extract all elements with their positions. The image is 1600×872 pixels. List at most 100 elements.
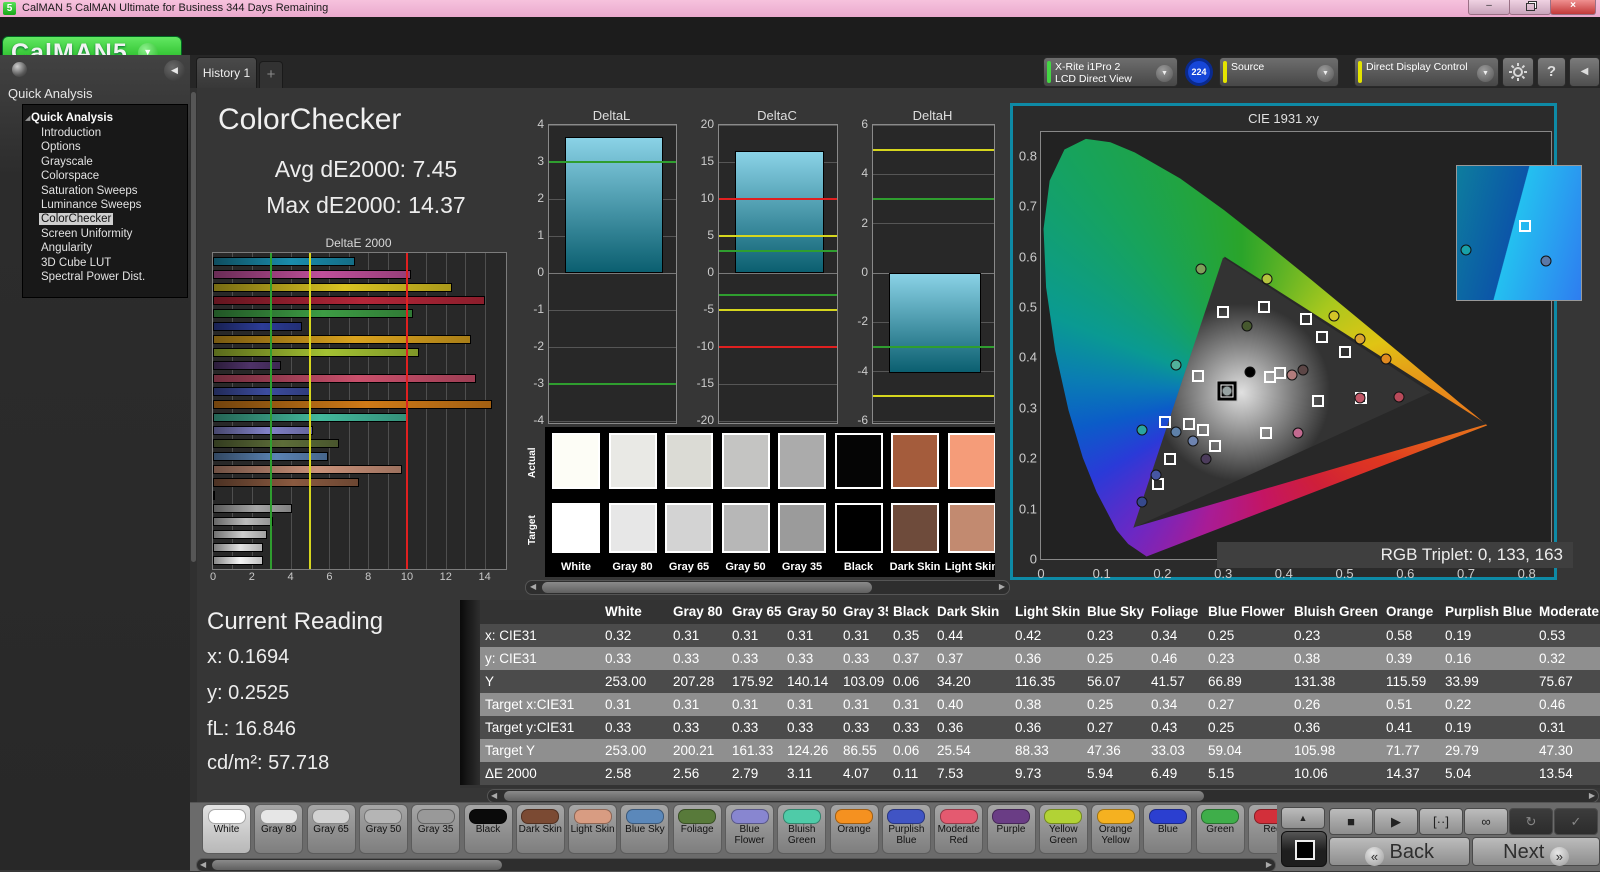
back-button[interactable]: « Back — [1329, 837, 1470, 866]
patch-button-blue-sky[interactable]: Blue Sky — [620, 804, 670, 854]
sidebar-collapse-icon[interactable]: ◀ — [164, 60, 185, 81]
sidebar-item-grayscale[interactable]: Grayscale — [41, 156, 93, 168]
patch-button-orange-yellow[interactable]: Orange Yellow — [1091, 804, 1141, 854]
deltae-tick-label: 4 — [287, 571, 294, 583]
loop-button[interactable]: ∞ — [1464, 808, 1508, 835]
tree-expander-icon[interactable]: ◢ — [25, 114, 30, 122]
add-tab-button[interactable]: + — [259, 61, 283, 88]
main-vertical-scrollbar-thumb[interactable] — [191, 92, 196, 562]
deltae-bar-black — [213, 490, 216, 500]
sidebar-item-spectral-power-dist-[interactable]: Spectral Power Dist. — [41, 271, 145, 283]
sidebar-item-saturation-sweeps[interactable]: Saturation Sweeps — [41, 185, 138, 197]
column-header: Black — [893, 604, 930, 619]
settings-button[interactable] — [1502, 57, 1534, 87]
patch-button-orange[interactable]: Orange — [829, 804, 879, 854]
patch-button-gray-50[interactable]: Gray 50 — [358, 804, 408, 854]
tree-root-label[interactable]: Quick Analysis — [31, 112, 113, 124]
patch-button-red[interactable]: Red — [1248, 804, 1277, 854]
chevron-down-icon[interactable]: ▼ — [1156, 65, 1173, 82]
refresh-button[interactable]: ↻ — [1509, 808, 1553, 835]
sidebar-item-luminance-sweeps[interactable]: Luminance Sweeps — [41, 199, 141, 211]
table-scrollbar-thumb[interactable] — [504, 791, 1204, 801]
patch-button-foliage[interactable]: Foliage — [672, 804, 722, 854]
swatch-scrollbar-thumb[interactable] — [542, 582, 872, 593]
meter-dropdown[interactable]: X-Rite i1Pro 2 LCD Direct View ▼ — [1043, 57, 1178, 87]
restore-button[interactable] — [1509, 0, 1551, 15]
patch-button-black[interactable]: Black — [463, 804, 513, 854]
scroll-left-icon[interactable]: ◀ — [530, 581, 536, 593]
patch-button-gray-65[interactable]: Gray 65 — [306, 804, 356, 854]
close-button[interactable]: × — [1550, 0, 1596, 15]
patch-button-purplish-blue[interactable]: Purplish Blue — [881, 804, 931, 854]
column-header: Blue Sky — [1087, 604, 1145, 619]
table-cell: 0.19 — [1445, 628, 1472, 643]
mini-gridline — [873, 420, 994, 422]
patch-label: Black — [475, 824, 501, 835]
colorchecker-table: White Gray 80 Gray 65 Gray 50 Gray 35 Black Da… — [460, 600, 1600, 788]
app-icon: 5 — [3, 2, 16, 15]
chevron-down-icon[interactable]: ▼ — [1477, 65, 1494, 82]
single-measure-button[interactable]: [··] — [1419, 808, 1463, 835]
sidebar-item-options[interactable]: Options — [41, 141, 81, 153]
pattern-window-button[interactable] — [1281, 831, 1327, 867]
patch-button-blue[interactable]: Blue — [1143, 804, 1193, 854]
patch-color-chip — [521, 809, 560, 824]
scroll-right-icon[interactable]: ▶ — [1266, 859, 1272, 871]
sidebar-item-introduction[interactable]: Introduction — [41, 127, 101, 139]
sidebar-item-3d-cube-lut[interactable]: 3D Cube LUT — [41, 257, 111, 269]
pattern-up-button[interactable]: ▲ — [1281, 807, 1325, 829]
target-swatch-gray-65 — [665, 503, 713, 553]
patch-button-green[interactable]: Green — [1195, 804, 1245, 854]
scroll-right-icon[interactable]: ▶ — [1589, 790, 1595, 802]
scroll-left-icon[interactable]: ◀ — [491, 790, 497, 802]
stop-button[interactable]: ■ — [1329, 808, 1373, 835]
swatch-label: Dark Skin — [889, 561, 941, 573]
table-scrollbar[interactable]: ◀ ▶ — [487, 789, 1599, 803]
sidebar-item-screen-uniformity[interactable]: Screen Uniformity — [41, 228, 132, 240]
sidebar-item-colorchecker[interactable]: ColorChecker — [39, 213, 114, 226]
patch-button-gray-80[interactable]: Gray 80 — [254, 804, 304, 854]
table-row: ΔE 2000 2.58 2.56 2.79 3.11 4.07 0.11 7.53 9.73 5… — [460, 762, 1600, 785]
patch-button-purple[interactable]: Purple — [986, 804, 1036, 854]
display-control-dropdown[interactable]: Direct Display Control ▼ — [1354, 57, 1499, 87]
swatch-label: Gray 65 — [668, 561, 710, 573]
table-cell: 0.33 — [893, 720, 920, 735]
table-cell: 116.35 — [1015, 674, 1056, 689]
panel-collapse-button[interactable]: ◀ — [1569, 57, 1600, 87]
record-indicator-icon[interactable] — [12, 62, 27, 77]
patch-button-dark-skin[interactable]: Dark Skin — [515, 804, 565, 854]
scroll-right-icon[interactable]: ▶ — [999, 581, 1005, 593]
chevron-down-icon[interactable]: ▼ — [1317, 65, 1334, 82]
patch-label: Gray 35 — [417, 824, 454, 835]
cie-panel: CIE 1931 xy RGB Triplet: 0, 133, 163 0 0.… — [1010, 103, 1582, 581]
patch-button-gray-35[interactable]: Gray 35 — [411, 804, 461, 854]
table-cell: 103.09 — [843, 674, 885, 689]
table-cell: 13.54 — [1539, 766, 1573, 781]
source-dropdown[interactable]: Source ▼ — [1219, 57, 1339, 87]
confirm-button[interactable]: ✓ — [1554, 808, 1598, 835]
mini-bar — [889, 273, 981, 373]
help-button[interactable]: ? — [1537, 57, 1566, 87]
table-cell: 0.31 — [673, 697, 700, 712]
table-edge-cell — [460, 739, 480, 762]
patch-button-blue-flower[interactable]: Blue Flower — [725, 804, 774, 854]
patch-button-yellow-green[interactable]: Yellow Green — [1038, 804, 1088, 854]
meter-count-badge[interactable]: 224 — [1185, 58, 1213, 86]
sidebar-item-angularity[interactable]: Angularity — [41, 242, 92, 254]
table-cell: 41.57 — [1151, 674, 1185, 689]
minimize-button[interactable]: – — [1468, 0, 1510, 15]
scroll-left-icon[interactable]: ◀ — [200, 859, 206, 871]
table-cell: 0.26 — [1294, 697, 1321, 712]
patch-scrollbar-thumb[interactable] — [212, 860, 502, 870]
next-button[interactable]: Next » — [1472, 837, 1600, 866]
patch-button-moderate-red[interactable]: Moderate Red — [934, 804, 984, 854]
sidebar-item-colorspace[interactable]: Colorspace — [41, 170, 99, 182]
cie-measured-marker — [1170, 426, 1182, 438]
tab-history-1[interactable]: History 1 — [196, 57, 257, 88]
play-button[interactable]: ▶ — [1374, 808, 1418, 835]
patch-button-white[interactable]: White — [202, 804, 251, 854]
patch-button-light-skin[interactable]: Light Skin — [568, 804, 618, 854]
patch-button-bluish-green[interactable]: Bluish Green — [777, 804, 827, 854]
swatch-scrollbar[interactable]: ◀ ▶ — [525, 580, 1010, 595]
deltae-bar-orange-yellow — [213, 334, 472, 344]
